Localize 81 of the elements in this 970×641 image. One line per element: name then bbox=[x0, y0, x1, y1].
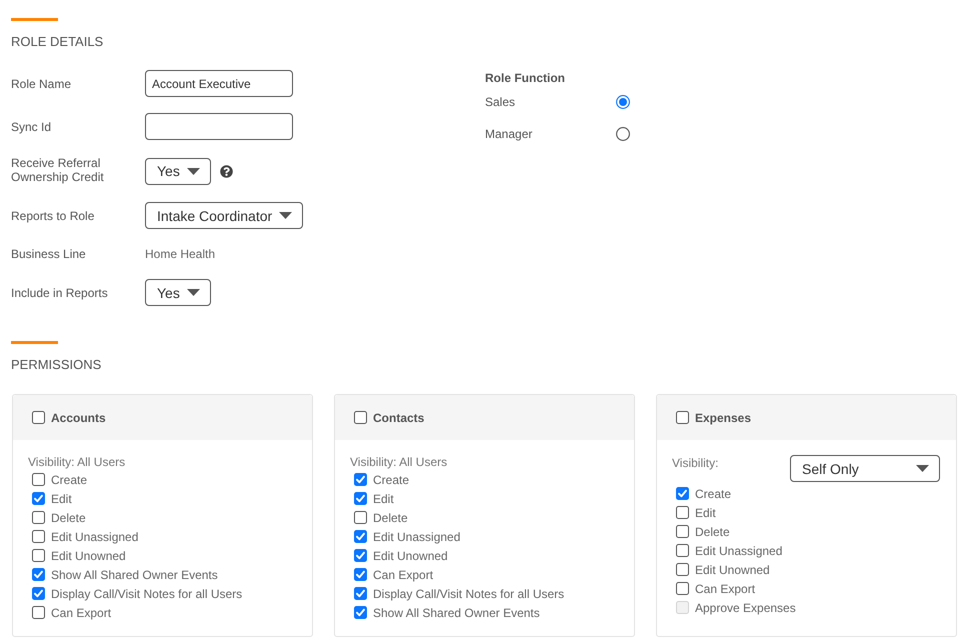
section-accent-bar bbox=[11, 18, 58, 21]
dropdown-select[interactable]: Yes bbox=[145, 158, 211, 184]
checkbox-label: Show All Shared Owner Events bbox=[373, 606, 540, 620]
checkbox[interactable] bbox=[32, 549, 45, 562]
checkbox[interactable] bbox=[354, 473, 367, 486]
field-label: Business Line bbox=[11, 247, 86, 261]
checkbox-label: Show All Shared Owner Events bbox=[51, 568, 218, 582]
dropdown-select[interactable]: Yes bbox=[145, 279, 211, 306]
panel-title: Expenses bbox=[695, 410, 752, 424]
checkbox[interactable] bbox=[32, 587, 45, 600]
checkbox-label: Create bbox=[373, 472, 410, 486]
checkbox[interactable] bbox=[32, 511, 45, 524]
checkbox-label: Edit bbox=[51, 492, 72, 506]
checkbox[interactable] bbox=[354, 492, 367, 505]
dropdown-select[interactable]: Intake Coordinator bbox=[145, 202, 304, 229]
checkbox-label: Delete bbox=[51, 510, 86, 524]
checkbox[interactable] bbox=[676, 525, 689, 538]
checkbox[interactable] bbox=[354, 606, 367, 619]
checkbox[interactable] bbox=[354, 549, 367, 562]
caret-icon bbox=[916, 465, 929, 472]
panel-title: Accounts bbox=[51, 410, 106, 424]
radio-label: Sales bbox=[485, 95, 516, 109]
field-label: Include in Reports bbox=[11, 286, 108, 300]
group-title: Role Function bbox=[485, 70, 565, 86]
caret-icon bbox=[186, 289, 200, 296]
checkbox[interactable] bbox=[354, 411, 367, 424]
radio-button[interactable] bbox=[616, 95, 630, 109]
checkbox[interactable] bbox=[32, 473, 45, 486]
checkbox-label: Edit Unassigned bbox=[373, 530, 460, 544]
checkbox-label: Delete bbox=[695, 524, 730, 538]
radio-label: Manager bbox=[485, 127, 532, 141]
caret-icon bbox=[186, 168, 200, 174]
visibility-label: Visibility: bbox=[672, 455, 718, 471]
panel-title: Contacts bbox=[373, 410, 424, 424]
section-accent-bar bbox=[11, 341, 58, 344]
field-label: Reports to Role bbox=[11, 208, 94, 222]
checkbox[interactable] bbox=[676, 411, 689, 424]
section-title: PERMISSIONS bbox=[11, 357, 102, 373]
checkbox[interactable] bbox=[676, 506, 689, 519]
checkbox[interactable] bbox=[354, 530, 367, 543]
checkbox-label: Edit bbox=[373, 492, 394, 506]
checkbox[interactable] bbox=[32, 568, 45, 581]
field-label: Sync Id bbox=[11, 120, 52, 134]
checkbox-label: Edit Unassigned bbox=[51, 530, 138, 544]
checkbox-label: Display Call/Visit Notes for all Users bbox=[373, 586, 564, 600]
checkbox-label: Can Export bbox=[51, 606, 112, 620]
checkbox-label: Create bbox=[51, 472, 88, 486]
checkbox[interactable] bbox=[676, 563, 689, 576]
checkbox-label: Can Export bbox=[695, 582, 756, 596]
checkbox-label: Display Call/Visit Notes for all Users bbox=[51, 586, 242, 600]
caret-icon bbox=[279, 212, 292, 219]
checkbox[interactable] bbox=[32, 606, 45, 619]
checkbox[interactable] bbox=[676, 487, 689, 500]
radio-button[interactable] bbox=[616, 127, 630, 141]
dropdown-select[interactable]: Self Only bbox=[790, 455, 940, 482]
checkbox-label: Edit Unowned bbox=[51, 548, 126, 562]
checkbox-label: Approve Expenses bbox=[695, 600, 796, 614]
section-title: ROLE DETAILS bbox=[11, 34, 104, 50]
help-icon[interactable] bbox=[220, 164, 233, 178]
field-label: Role Name bbox=[11, 76, 72, 90]
checkbox[interactable] bbox=[676, 582, 689, 595]
field-value: Home Health bbox=[145, 247, 216, 261]
checkbox[interactable] bbox=[32, 530, 45, 543]
visibility-label: Visibility: All Users bbox=[350, 454, 448, 470]
text-input[interactable] bbox=[145, 113, 293, 140]
checkbox[interactable] bbox=[354, 587, 367, 600]
checkbox[interactable] bbox=[354, 511, 367, 524]
checkbox[interactable] bbox=[354, 568, 367, 581]
checkbox-label: Edit bbox=[695, 506, 716, 520]
checkbox-label: Can Export bbox=[373, 568, 434, 582]
checkbox-label: Edit Unowned bbox=[373, 548, 448, 562]
checkbox-label: Edit Unowned bbox=[695, 562, 770, 576]
checkbox-label: Create bbox=[695, 486, 732, 500]
checkbox-label: Delete bbox=[373, 510, 408, 524]
checkbox-label: Edit Unassigned bbox=[695, 544, 782, 558]
checkbox[interactable] bbox=[676, 544, 689, 557]
checkbox[interactable] bbox=[32, 411, 45, 424]
text-input[interactable]: Account Executive bbox=[145, 70, 293, 97]
visibility-label: Visibility: All Users bbox=[28, 454, 126, 470]
field-label: Receive Referral Ownership Credit bbox=[11, 156, 105, 184]
checkbox[interactable] bbox=[32, 492, 45, 505]
